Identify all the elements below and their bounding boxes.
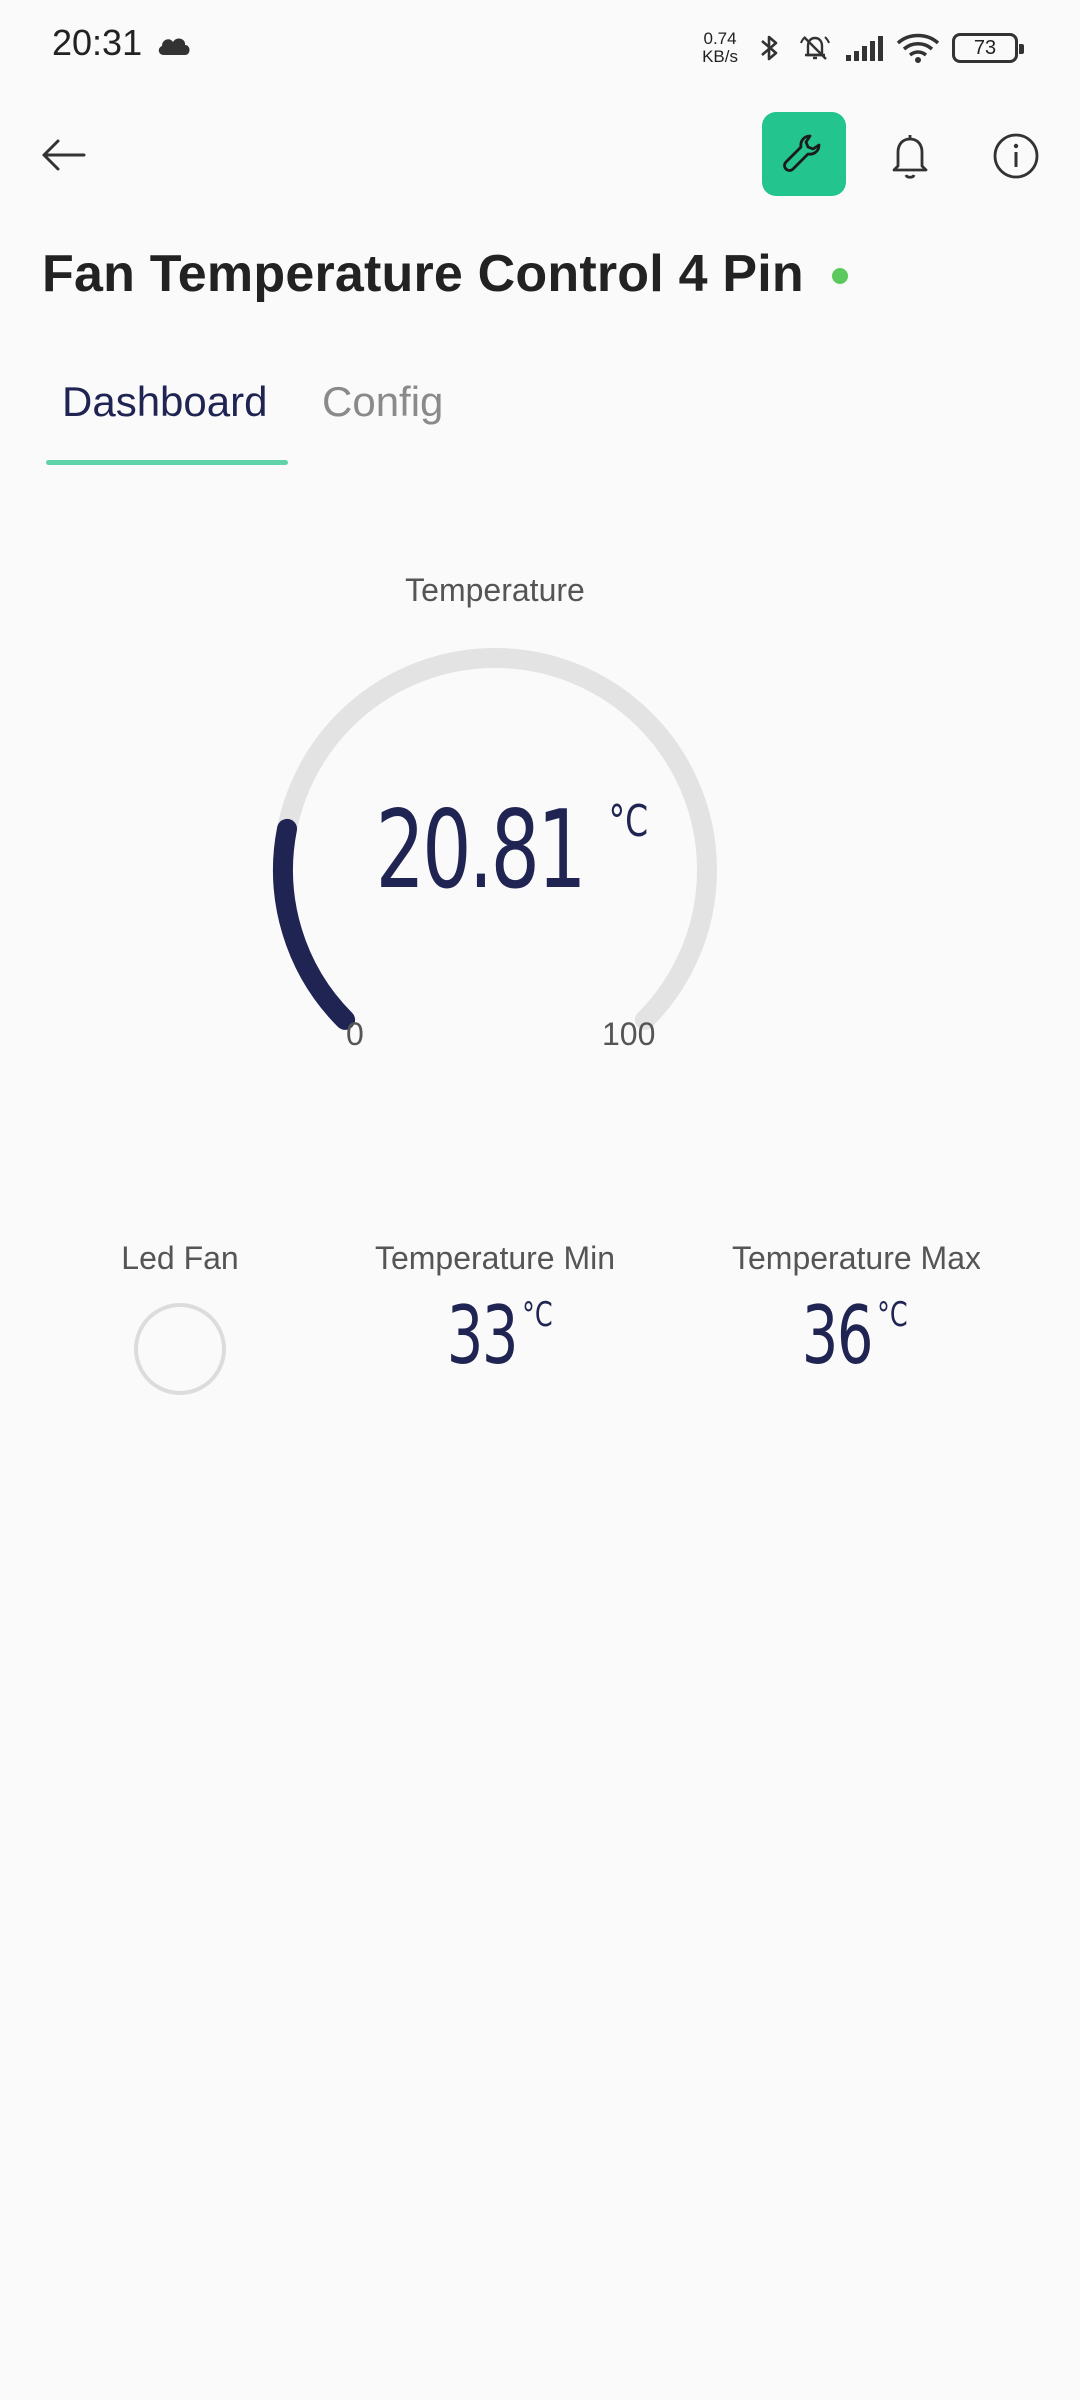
device-header: Fan Temperature Control 4 Pin	[42, 244, 848, 304]
temperature-max-widget[interactable]: Temperature Max 36 °C	[720, 1240, 980, 1420]
led-fan-label: Led Fan	[121, 1240, 239, 1276]
gauge-min-label: 0	[346, 1016, 364, 1052]
temperature-max-value: 36 °C	[720, 1289, 980, 1382]
info-icon	[993, 133, 1039, 179]
network-speed-unit: KB/s	[702, 47, 738, 66]
online-status-indicator	[831, 268, 848, 284]
gauge-value-number: 20.81	[375, 788, 587, 913]
status-icons: 0.74 KB/s 73	[702, 24, 1024, 72]
status-time: 20:31	[52, 22, 143, 63]
gauge-max-label: 100	[602, 1016, 656, 1052]
temperature-max-label: Temperature Max	[732, 1240, 980, 1276]
tab-bar: Dashboard Config	[46, 372, 646, 472]
tab-config[interactable]: Config	[322, 378, 443, 426]
battery-icon: 73	[952, 33, 1024, 63]
temperature-min-number: 33	[446, 1289, 518, 1382]
signal-icon	[846, 36, 883, 61]
notifications-button[interactable]	[882, 128, 938, 184]
gauge-label: Temperature	[405, 572, 585, 608]
bluetooth-icon	[761, 35, 778, 61]
tab-dashboard[interactable]: Dashboard	[62, 378, 267, 426]
network-speed: 0.74 KB/s	[702, 30, 738, 66]
status-bar: 20:31 0.74 KB/s 73	[0, 0, 1080, 96]
gauge-value: 20.81 °C	[250, 788, 740, 913]
temperature-min-label: Temperature Min	[374, 1240, 616, 1276]
wrench-button[interactable]	[762, 112, 846, 196]
wrench-icon	[783, 134, 821, 172]
temperature-min-value: 33 °C	[360, 1289, 630, 1382]
arrow-left-icon	[42, 139, 86, 171]
cloud-icon	[158, 38, 190, 55]
led-indicator	[134, 1303, 226, 1395]
back-button[interactable]	[36, 130, 96, 180]
temperature-max-unit: °C	[876, 1295, 908, 1335]
network-speed-value: 0.74	[703, 29, 737, 48]
temperature-max-number: 36	[801, 1289, 873, 1382]
bell-icon	[892, 135, 928, 179]
info-button[interactable]	[988, 128, 1044, 184]
battery-level: 73	[973, 36, 997, 59]
active-tab-indicator	[46, 460, 288, 465]
mute-icon	[800, 36, 830, 60]
device-title: Fan Temperature Control 4 Pin	[42, 245, 804, 303]
gauge-value-unit: °C	[608, 796, 649, 847]
led-fan-widget[interactable]: Led Fan	[60, 1240, 300, 1420]
temperature-gauge[interactable]: Temperature 20.81 °C 0 100	[250, 560, 740, 1080]
toolbar	[0, 110, 1080, 200]
wifi-icon	[896, 33, 940, 63]
temperature-min-unit: °C	[521, 1295, 553, 1335]
temperature-min-widget[interactable]: Temperature Min 33 °C	[360, 1240, 630, 1420]
